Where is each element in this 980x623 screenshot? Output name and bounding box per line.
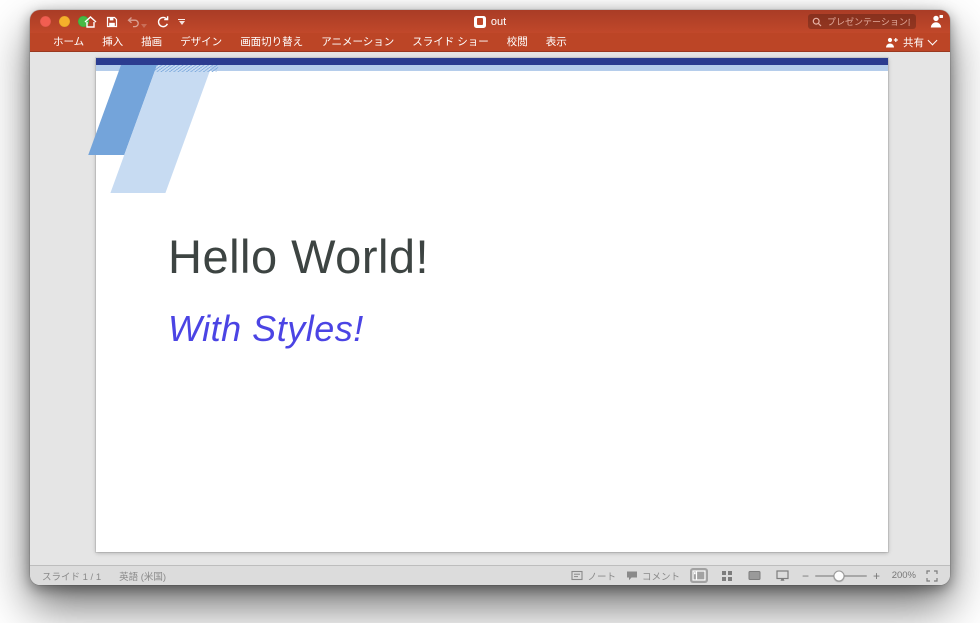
slide-decor-stripe-hatch [154, 65, 219, 72]
title-bar: out [30, 10, 950, 33]
status-left: スライド 1 / 1 英語 (米国) [42, 569, 166, 583]
normal-view-icon [692, 570, 706, 581]
slideshow-view-button[interactable] [774, 568, 792, 583]
status-bar: スライド 1 / 1 英語 (米国) ノート コメント − + 200% [30, 565, 950, 585]
editing-workspace: Hello World! With Styles! [30, 52, 950, 565]
chevron-down-icon [927, 35, 938, 46]
comments-icon [626, 571, 637, 581]
slide-title-textbox[interactable]: Hello World! [168, 230, 429, 284]
tab-insert[interactable]: 挿入 [93, 33, 132, 51]
window-title: out [490, 15, 507, 28]
zoom-control: − + [802, 570, 880, 582]
tab-design[interactable]: デザイン [171, 33, 231, 51]
zoom-in-button[interactable]: + [873, 570, 880, 582]
tab-animations[interactable]: アニメーション [312, 33, 403, 51]
fit-to-window-icon[interactable] [926, 569, 938, 582]
search-input[interactable] [825, 15, 912, 28]
slide-sorter-view-button[interactable] [718, 568, 736, 583]
status-right: ノート コメント − + 200% [571, 568, 938, 583]
comments-label: コメント [641, 571, 680, 583]
tab-view[interactable]: 表示 [537, 33, 576, 51]
search-box[interactable] [808, 14, 916, 29]
normal-view-button[interactable] [689, 568, 708, 583]
tab-transitions[interactable]: 画面切り替え [231, 33, 312, 51]
slide-decor-navy-bar [96, 58, 888, 65]
notes-button[interactable]: ノート [571, 569, 616, 583]
zoom-slider[interactable] [814, 570, 867, 581]
reading-view-button[interactable] [746, 568, 764, 583]
comments-button[interactable]: コメント [626, 569, 680, 583]
powerpoint-window: out ホーム 挿入 描画 デザイン 画面切り替え アニメーション スライド シ… [30, 10, 950, 585]
zoom-slider-thumb[interactable] [833, 570, 845, 581]
zoom-out-button[interactable]: − [802, 570, 809, 582]
tab-draw[interactable]: 描画 [132, 33, 171, 51]
tab-review[interactable]: 校閲 [498, 33, 537, 51]
document-icon [473, 15, 486, 28]
slide-canvas[interactable]: Hello World! With Styles! [88, 58, 888, 552]
language-indicator[interactable]: 英語 (米国) [119, 569, 166, 583]
slide-subtitle-textbox[interactable]: With Styles! [168, 308, 364, 349]
tab-slideshow[interactable]: スライド ショー [403, 33, 497, 51]
person-plus-icon [886, 37, 898, 47]
slide-counter[interactable]: スライド 1 / 1 [42, 569, 101, 583]
tab-home[interactable]: ホーム [44, 33, 93, 51]
share-button[interactable]: 共有 [885, 35, 950, 50]
zoom-level[interactable]: 200% [890, 570, 916, 581]
account-person-icon[interactable] [929, 14, 944, 29]
slideshow-icon [776, 569, 790, 581]
notes-icon [571, 570, 583, 581]
reading-view-icon [748, 571, 761, 580]
slide-sorter-icon [721, 570, 732, 581]
notes-label: ノート [587, 571, 616, 583]
search-icon [812, 17, 822, 26]
ribbon-tab-bar: ホーム 挿入 描画 デザイン 画面切り替え アニメーション スライド ショー 校… [30, 33, 950, 52]
share-label: 共有 [903, 36, 924, 49]
